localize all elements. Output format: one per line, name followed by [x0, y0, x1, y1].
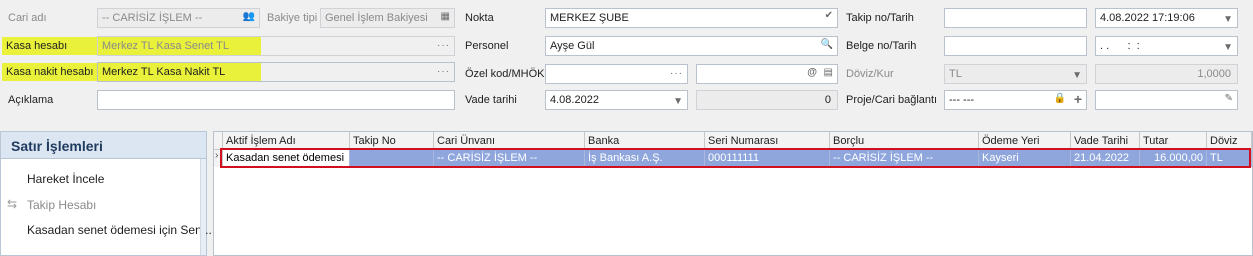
- col-doviz[interactable]: Döviz: [1207, 132, 1252, 150]
- cari-baglanti-field[interactable]: ✎: [1095, 90, 1238, 110]
- doviz-field: TL ▼: [944, 64, 1087, 84]
- cell-borclu[interactable]: -- CARİSİZ İŞLEM --: [830, 150, 979, 166]
- ozel-kod-label: Özel kod/MHÖK: [465, 68, 545, 80]
- follow-icon: ⇆: [7, 197, 18, 211]
- col-vade-tarihi[interactable]: Vade Tarihi: [1071, 132, 1140, 150]
- nokta-label: Nokta: [465, 12, 494, 24]
- aciklama-field[interactable]: [97, 90, 455, 110]
- cell-cari-unvani[interactable]: -- CARİSİZ İŞLEM --: [434, 150, 585, 166]
- cari-adi-label: Cari adı: [8, 12, 47, 24]
- cari-adi-value: -- CARİSİZ İŞLEM --: [102, 12, 203, 24]
- cell-aktif-islem[interactable]: Kasadan senet ödemesi: [223, 150, 350, 166]
- kasa-nakit-field[interactable]: Merkez TL Kasa Nakit TL ···: [97, 62, 455, 82]
- vade-gun-value: 0: [824, 94, 831, 106]
- kasa-hesabi-value: Merkez TL Kasa Senet TL: [102, 40, 229, 52]
- mhok-field[interactable]: @ ▤: [696, 64, 838, 84]
- col-borclu[interactable]: Borçlu: [830, 132, 979, 150]
- cell-takip-no[interactable]: [350, 150, 434, 166]
- aciklama-label: Açıklama: [8, 94, 54, 106]
- belge-no-field[interactable]: [944, 36, 1087, 56]
- bakiye-tipi-field: Genel İşlem Bakiyesi ▦: [320, 8, 455, 28]
- belge-tarih-value: . . : :: [1100, 40, 1140, 52]
- col-seri-no[interactable]: Seri Numarası: [705, 132, 830, 150]
- panel-item-takip-hesabi[interactable]: Takip Hesabı: [27, 198, 96, 212]
- col-banka[interactable]: Banka: [585, 132, 705, 150]
- personel-value: Ayşe Gül: [550, 40, 595, 52]
- cell-vade-tarihi[interactable]: 21.04.2022: [1071, 150, 1140, 166]
- eraser-icon[interactable]: ✎: [1225, 93, 1233, 104]
- ellipsis-icon[interactable]: ···: [437, 66, 450, 77]
- row-indicator-icon: ›: [214, 150, 223, 167]
- ellipsis-icon[interactable]: ···: [670, 68, 683, 79]
- vade-field[interactable]: 4.08.2022 ▼: [545, 90, 688, 110]
- col-takip-no[interactable]: Takip No: [350, 132, 434, 150]
- kasa-hesabi-field: Merkez TL Kasa Senet TL ···: [97, 36, 455, 56]
- personel-field[interactable]: Ayşe Gül 🔍: [545, 36, 838, 56]
- vade-value: 4.08.2022: [550, 94, 599, 106]
- col-odeme-yeri[interactable]: Ödeme Yeri: [979, 132, 1071, 150]
- panel-title: Satır İşlemleri: [1, 132, 206, 159]
- person-search-icon[interactable]: 🔍: [821, 39, 833, 50]
- grid-header: Aktif İşlem Adı Takip No Cari Ünvanı Ban…: [214, 132, 1252, 150]
- col-aktif-islem[interactable]: Aktif İşlem Adı: [223, 132, 350, 150]
- takip-no-field[interactable]: [944, 8, 1087, 28]
- panel-scrollbar[interactable]: [200, 159, 206, 255]
- cell-tutar[interactable]: 16.000,00: [1140, 150, 1207, 166]
- col-tutar[interactable]: Tutar: [1140, 132, 1207, 150]
- vade-gun-field: 0: [696, 90, 838, 110]
- card-icon[interactable]: ▤: [824, 67, 833, 78]
- ozel-kod-field[interactable]: ···: [545, 64, 688, 84]
- cell-doviz[interactable]: TL: [1207, 150, 1252, 166]
- check-icon[interactable]: ✔: [825, 10, 833, 21]
- bakiye-tipi-value: Genel İşlem Bakiyesi: [325, 12, 428, 24]
- doviz-value: TL: [949, 68, 962, 80]
- row-indicator-header: [214, 132, 223, 150]
- cell-banka[interactable]: İş Bankası A.Ş.: [585, 150, 705, 166]
- cell-seri-no[interactable]: 000111111: [705, 150, 830, 166]
- nokta-value: MERKEZ ŞUBE: [550, 12, 629, 24]
- chevron-down-icon[interactable]: ▼: [1223, 14, 1233, 25]
- ellipsis-icon: ···: [437, 40, 450, 51]
- chevron-down-icon: ▼: [1072, 70, 1082, 81]
- belge-label: Belge no/Tarih: [846, 40, 917, 52]
- takip-tarih-value: 4.08.2022 17:19:06: [1100, 12, 1195, 24]
- proje-label: Proje/Cari bağlantı: [846, 94, 938, 106]
- kur-value: 1,0000: [1197, 68, 1231, 80]
- panel-item-hareket-incele[interactable]: Hareket İncele: [27, 172, 104, 186]
- panel-item-senet-odemesi[interactable]: Kasadan senet ödemesi için Sen...: [27, 223, 212, 237]
- proje-field[interactable]: --- --- 🔒 +: [944, 90, 1087, 110]
- belge-tarih-field[interactable]: . . : : ▼: [1095, 36, 1238, 56]
- calculator-icon: ▦: [440, 11, 450, 22]
- proje-value: --- ---: [949, 94, 975, 106]
- col-cari-unvani[interactable]: Cari Ünvanı: [434, 132, 585, 150]
- cari-adi-field: -- CARİSİZ İŞLEM -- 👥: [97, 8, 260, 28]
- chevron-down-icon[interactable]: ▼: [1223, 42, 1233, 53]
- bakiye-tipi-label: Bakiye tipi: [267, 12, 318, 24]
- plus-icon[interactable]: +: [1074, 91, 1082, 107]
- vade-label: Vade tarihi: [465, 94, 517, 106]
- chevron-down-icon[interactable]: ▼: [673, 96, 683, 107]
- personel-label: Personel: [465, 40, 509, 52]
- satir-islemleri-panel: Satır İşlemleri Hareket İncele ⇆ Takip H…: [0, 131, 212, 256]
- kur-field: 1,0000: [1095, 64, 1238, 84]
- cell-odeme-yeri[interactable]: Kayseri: [979, 150, 1071, 166]
- doviz-label: Döviz/Kur: [846, 68, 894, 80]
- at-icon[interactable]: @: [807, 67, 817, 78]
- people-icon: 👥: [242, 11, 255, 22]
- islem-grid: Aktif İşlem Adı Takip No Cari Ünvanı Ban…: [213, 131, 1253, 256]
- nokta-field[interactable]: MERKEZ ŞUBE ✔: [545, 8, 838, 28]
- takip-label: Takip no/Tarih: [846, 12, 914, 24]
- table-row[interactable]: › Kasadan senet ödemesi -- CARİSİZ İŞLEM…: [214, 150, 1252, 167]
- kasa-nakit-value: Merkez TL Kasa Nakit TL: [102, 66, 226, 78]
- takip-tarih-field[interactable]: 4.08.2022 17:19:06 ▼: [1095, 8, 1238, 28]
- lock-icon[interactable]: 🔒: [1054, 93, 1066, 104]
